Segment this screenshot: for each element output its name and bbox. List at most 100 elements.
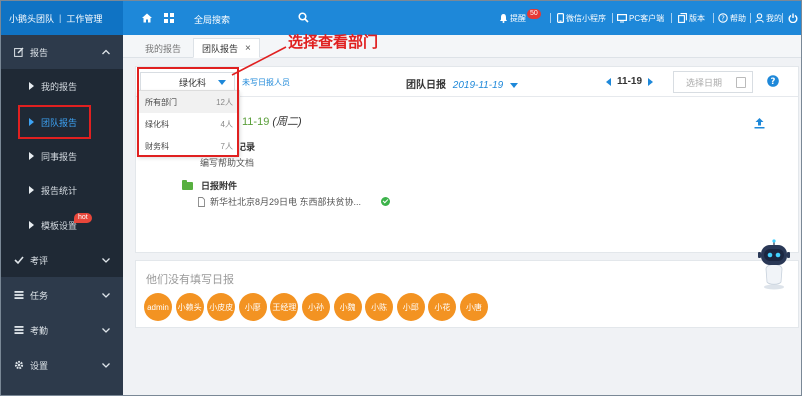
brand-name: 小鹅头团队 [9, 13, 55, 24]
report-title-label: 团队日报 [406, 80, 446, 91]
sidebar-section-label: 考勤 [30, 325, 49, 336]
tab-team-report[interactable]: 团队报告 × [193, 38, 260, 58]
person-avatar[interactable]: 小唐 [459, 293, 488, 321]
report-title: 团队日报 2019-11-19 [406, 76, 518, 91]
prev-date-icon[interactable] [606, 77, 611, 86]
divider [550, 13, 551, 23]
sidebar-item-label: 报告统计 [41, 185, 78, 196]
svg-text:?: ? [771, 77, 776, 87]
sidebar-item-label: 模板设置 [41, 220, 78, 231]
sidebar-section-evaluation[interactable]: 考评 [1, 243, 123, 277]
person-avatar[interactable]: 小廖 [238, 293, 267, 321]
sidebar-section-report[interactable]: 报告 [1, 35, 123, 69]
search-icon[interactable] [298, 12, 309, 23]
date-picker-input[interactable]: 选择日期 [673, 71, 753, 93]
list-icon [14, 326, 24, 334]
next-date-icon[interactable] [648, 77, 654, 86]
nav-date-value: 11-19 [617, 76, 643, 87]
reminder-item[interactable]: 提醒 50 [499, 1, 541, 35]
phone-icon [557, 13, 564, 23]
tab-bar: 我的报告 团队报告 × [123, 35, 801, 58]
chevron-down-icon [102, 258, 110, 263]
person-avatar[interactable]: 小魏 [333, 293, 362, 321]
sidebar-section-task[interactable]: 任务 [1, 278, 123, 312]
sidebar-section-label: 考评 [30, 255, 49, 266]
sidebar-section-settings[interactable]: 设置 [1, 348, 123, 382]
help-icon: ? [718, 13, 728, 23]
version-item[interactable]: 版本 [678, 1, 705, 35]
caret-right-icon [29, 186, 34, 194]
unfilled-staff-link[interactable]: 未写日报人员 [242, 77, 290, 88]
user-icon [755, 13, 764, 23]
help-icon[interactable]: ? [767, 75, 779, 87]
gear-icon [14, 360, 24, 370]
pc-client-item[interactable]: PC客户端 [617, 1, 664, 35]
divider [750, 13, 751, 23]
power-icon[interactable] [788, 13, 798, 23]
monitor-icon [617, 13, 627, 22]
person-avatar[interactable]: 小皮皮 [207, 293, 236, 321]
sidebar-section-attendance[interactable]: 考勤 [1, 313, 123, 347]
chevron-down-icon [102, 328, 110, 333]
tab-my-report[interactable]: 我的报告 [137, 38, 189, 58]
unfilled-people-list: admin 小赖头 小皮皮 小廖 王经理 小孙 小魏 小陈 小邱 小花 小唐 [144, 293, 492, 321]
close-icon[interactable]: × [245, 43, 251, 54]
sidebar-item-label: 同事报告 [41, 151, 78, 162]
date-navigator: 11-19 [606, 76, 654, 87]
divider [612, 13, 613, 23]
highlight-box [18, 105, 91, 139]
caret-right-icon [29, 152, 34, 160]
list-icon [14, 291, 24, 299]
help-item[interactable]: ? 帮助 [718, 1, 746, 35]
global-search-label[interactable]: 全局搜索 [194, 13, 230, 26]
app-window: 小鹅头团队 | 工作管理 全局搜索 提醒 50 微信小程序 PC客户端 版本 ?… [0, 0, 802, 396]
assistant-robot-icon[interactable] [757, 239, 791, 291]
date-placeholder: 选择日期 [686, 77, 723, 88]
brand[interactable]: 小鹅头团队 | 工作管理 [1, 1, 123, 35]
tab-label: 团队报告 [202, 43, 239, 54]
sidebar-item-colleague-report[interactable]: 同事报告 [1, 139, 123, 173]
apps-grid-icon[interactable] [164, 13, 174, 23]
caret-right-icon [29, 221, 34, 229]
home-icon[interactable] [141, 12, 153, 24]
pc-client-label: PC客户端 [629, 13, 665, 23]
reminder-badge: 50 [527, 9, 541, 19]
wechat-miniapp-item[interactable]: 微信小程序 [557, 1, 606, 35]
calendar-icon [736, 77, 746, 88]
my-item[interactable]: 我的 [755, 1, 782, 35]
sidebar: 报告 我的报告 团队报告 同事报告 报告统计 模板设置 hot 考评 任务 考勤… [1, 35, 123, 395]
attachment-heading: 日报附件 [182, 179, 237, 192]
caret-right-icon [29, 82, 34, 90]
person-avatar[interactable]: 王经理 [270, 293, 299, 321]
caret-down-icon[interactable] [509, 82, 518, 88]
report-title-date[interactable]: 2019-11-19 [453, 80, 503, 91]
work-record-text: 编写帮助文档 [200, 158, 255, 168]
sidebar-item-label: 我的报告 [41, 81, 78, 92]
brand-section: 工作管理 [66, 13, 103, 24]
edit-icon [14, 47, 24, 57]
person-avatar[interactable]: 小花 [428, 293, 457, 321]
bell-icon [500, 14, 507, 23]
sidebar-section-label: 设置 [30, 360, 49, 371]
person-avatar[interactable]: 小陈 [365, 293, 394, 321]
divider [713, 13, 714, 23]
sidebar-item-template-settings[interactable]: 模板设置 [1, 208, 123, 242]
folder-icon [182, 179, 193, 190]
upload-icon[interactable] [754, 117, 765, 129]
person-avatar[interactable]: 小赖头 [175, 293, 204, 321]
brand-separator: | [59, 13, 62, 23]
file-icon [198, 196, 205, 207]
person-avatar[interactable]: 小邱 [396, 293, 425, 321]
person-avatar[interactable]: admin [144, 293, 172, 321]
check-circle-icon [381, 197, 391, 206]
sidebar-item-report-stats[interactable]: 报告统计 [1, 173, 123, 207]
unfilled-title: 他们没有填写日报 [146, 274, 234, 286]
hot-badge: hot [74, 213, 92, 223]
copy-icon [678, 13, 687, 23]
divider [671, 13, 672, 23]
chevron-up-icon [102, 49, 110, 55]
person-avatar[interactable]: 小孙 [301, 293, 330, 321]
reminder-label: 提醒 [510, 13, 526, 23]
sidebar-item-my-report[interactable]: 我的报告 [1, 69, 123, 103]
attachment-file[interactable]: 新华社北京8月29日电 东西部扶贫协... [198, 195, 391, 208]
